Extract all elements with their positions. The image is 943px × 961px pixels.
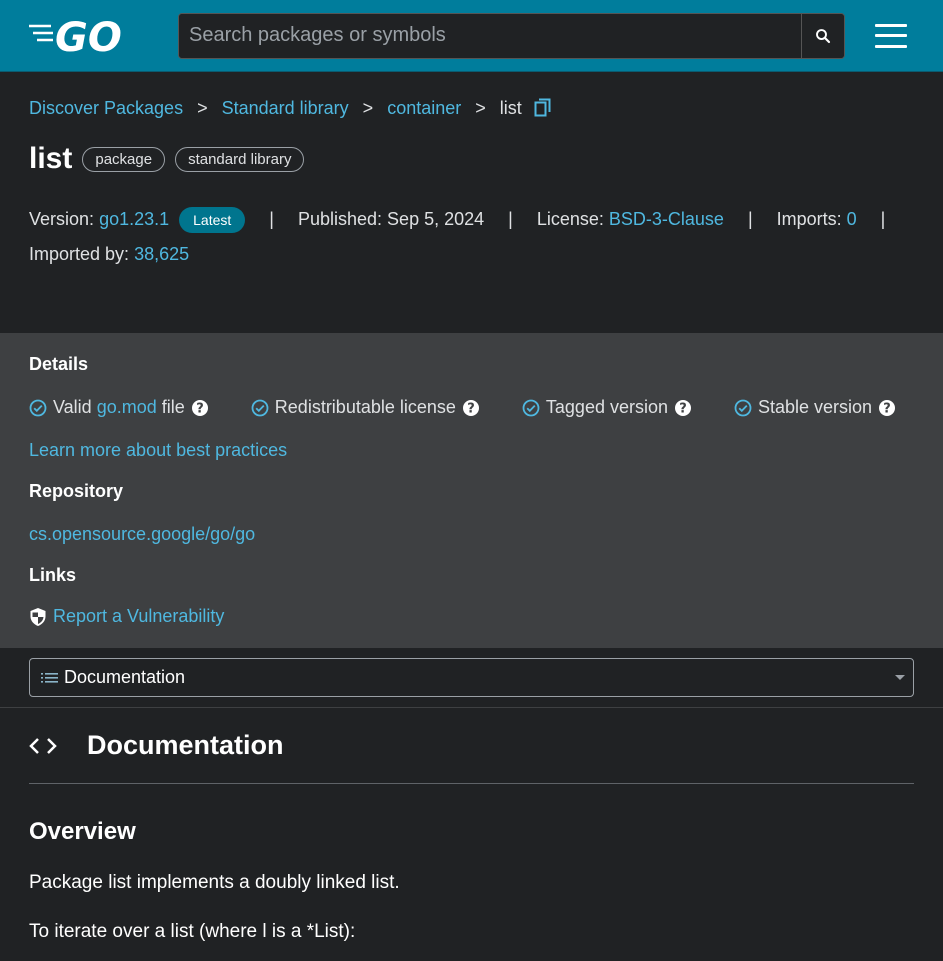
svg-text:?: ?	[467, 401, 475, 416]
report-vulnerability-link[interactable]: Report a Vulnerability	[53, 606, 224, 627]
doc-nav-select[interactable]: Documentation	[29, 658, 914, 697]
imports-link[interactable]: 0	[847, 202, 857, 237]
site-header: GO	[0, 0, 943, 72]
check-valid-suffix: file	[161, 397, 185, 417]
list-icon	[40, 671, 60, 685]
svg-text:?: ?	[679, 401, 687, 416]
check-circle-icon	[29, 399, 47, 417]
search-button[interactable]	[801, 13, 844, 58]
check-stable: Stable version ?	[734, 397, 896, 418]
chip-package: package	[82, 146, 166, 172]
breadcrumb-discover-packages[interactable]: Discover Packages	[29, 98, 183, 119]
check-redistributable-label: Redistributable license	[274, 397, 456, 417]
imported-by-link[interactable]: 38,625	[134, 237, 189, 272]
links-heading: Links	[29, 565, 77, 585]
details-heading: Details	[29, 354, 89, 374]
search-input[interactable]	[179, 13, 801, 58]
svg-text:?: ?	[883, 401, 891, 416]
check-circle-icon	[734, 399, 752, 417]
breadcrumb-separator: >	[362, 97, 374, 118]
documentation-section: Documentation Overview Package list impl…	[0, 708, 943, 943]
breadcrumb-container[interactable]: container	[387, 98, 461, 119]
meta-divider: |	[269, 209, 274, 229]
details-checks: Valid go.mod file ? Redistributable lice…	[29, 397, 914, 418]
published-date: Sep 5, 2024	[387, 209, 485, 229]
details-panel: Details Valid go.mod file ? Redistributa…	[0, 334, 943, 648]
search-icon	[816, 28, 831, 43]
latest-badge[interactable]: Latest	[179, 206, 246, 233]
go-logo-icon: GO	[29, 15, 122, 58]
license-link[interactable]: BSD-3-Clause	[609, 202, 724, 237]
check-valid-prefix: Valid	[53, 397, 92, 417]
published-label: Published:	[297, 209, 383, 229]
check-stable-label: Stable version	[758, 397, 873, 417]
breadcrumb-separator: >	[475, 97, 486, 118]
overview-heading: Overview	[29, 818, 136, 845]
hamburger-menu-icon[interactable]	[875, 23, 907, 48]
help-icon[interactable]: ?	[191, 399, 209, 417]
learn-more-link[interactable]: Learn more about best practices	[29, 440, 914, 461]
doc-nav-selected: Documentation	[64, 667, 186, 687]
gomod-link[interactable]: go.mod	[97, 397, 157, 418]
breadcrumb: Discover Packages > Standard library > c…	[29, 96, 914, 120]
meta-divider: |	[508, 209, 513, 229]
page-title: list	[29, 142, 73, 175]
chevron-down-icon	[895, 675, 905, 680]
report-vulnerability[interactable]: Report a Vulnerability	[29, 606, 914, 627]
chip-standard-library: standard library	[175, 146, 305, 172]
go-logo[interactable]: GO	[29, 14, 133, 58]
breadcrumb-standard-library[interactable]: Standard library	[222, 98, 349, 119]
help-icon[interactable]: ?	[462, 399, 480, 417]
code-icon	[29, 736, 87, 756]
package-header: Discover Packages > Standard library > c…	[0, 72, 943, 334]
svg-text:GO: GO	[55, 15, 122, 58]
check-tagged-label: Tagged version	[545, 397, 668, 417]
check-redistributable: Redistributable license ?	[251, 397, 480, 418]
documentation-heading: Documentation	[87, 730, 284, 760]
version-label: Version:	[29, 209, 95, 229]
breadcrumb-current: list	[499, 97, 522, 118]
check-circle-icon	[251, 399, 269, 417]
meta-divider: |	[747, 209, 753, 229]
license-label: License:	[536, 209, 604, 229]
help-icon[interactable]: ?	[674, 399, 692, 417]
package-meta: Version: go1.23.1 Latest | Published: Se…	[29, 202, 914, 272]
doc-paragraph: To iterate over a list (where l is a *Li…	[29, 921, 356, 942]
doc-paragraph: Package list implements a doubly linked …	[29, 872, 400, 893]
repository-link[interactable]: cs.opensource.google/go/go	[29, 524, 914, 545]
check-circle-icon	[522, 399, 540, 417]
title-row: list package standard library	[29, 142, 914, 176]
search-bar	[178, 12, 845, 59]
documentation-header: Documentation	[29, 708, 914, 784]
meta-divider: |	[880, 209, 886, 229]
doc-nav-select-wrap: Documentation	[0, 648, 943, 708]
repository-heading: Repository	[29, 481, 124, 501]
svg-text:?: ?	[196, 401, 204, 416]
copy-path-icon[interactable]	[534, 98, 552, 118]
imports-label: Imports:	[776, 209, 842, 229]
version-link[interactable]: go1.23.1	[99, 202, 169, 237]
check-valid-gomod: Valid go.mod file ?	[29, 397, 209, 418]
shield-icon	[29, 607, 47, 627]
check-tagged: Tagged version ?	[522, 397, 692, 418]
breadcrumb-separator: >	[197, 97, 208, 118]
imported-by-label: Imported by:	[29, 244, 130, 264]
help-icon[interactable]: ?	[878, 399, 896, 417]
